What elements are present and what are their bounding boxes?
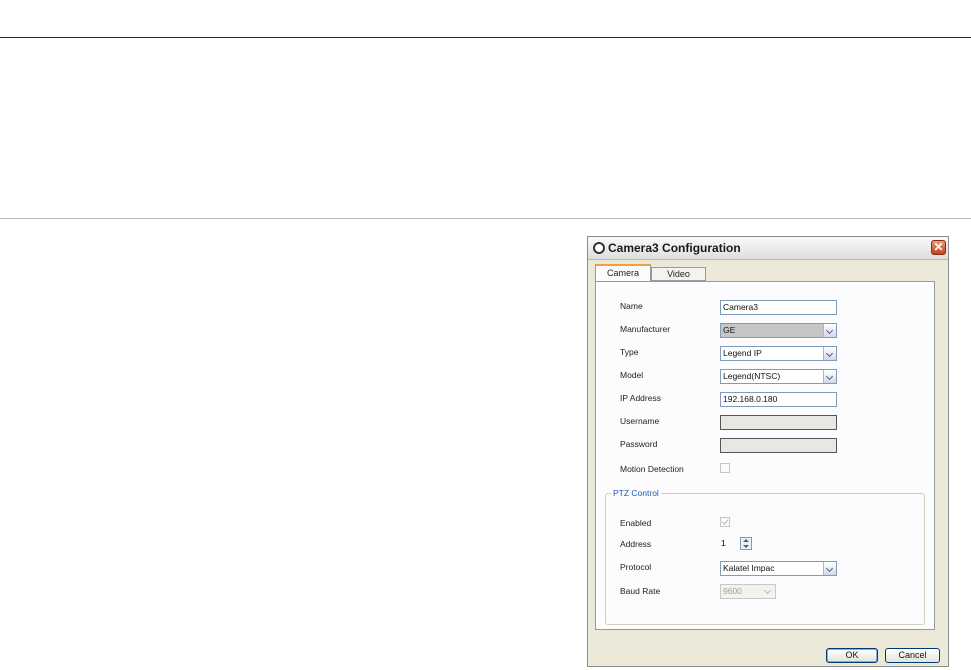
ip-address-field[interactable]: 192.168.0.180 <box>720 392 837 407</box>
model-label: Model <box>620 370 644 380</box>
protocol-select[interactable]: Kalatel Impac <box>720 561 837 576</box>
model-select[interactable]: Legend(NTSC) <box>720 369 837 384</box>
title-bar[interactable]: Camera3 Configuration ✕ <box>588 237 948 260</box>
ok-button[interactable]: OK <box>826 648 878 663</box>
baud-rate-select[interactable]: 9600 <box>720 584 776 599</box>
dropdown-arrow-icon <box>762 586 774 597</box>
window-icon <box>593 242 605 254</box>
username-field[interactable] <box>720 415 837 430</box>
model-value: Legend(NTSC) <box>723 371 781 381</box>
type-value: Legend IP <box>723 348 762 358</box>
section-rule <box>0 218 971 219</box>
cancel-button[interactable]: Cancel <box>885 648 940 663</box>
dialog-title: Camera3 Configuration <box>608 241 741 255</box>
address-stepper[interactable] <box>740 537 752 550</box>
ptz-control-group: PTZ Control Enabled Address 1 Protocol K… <box>605 488 925 625</box>
protocol-value: Kalatel Impac <box>723 563 775 573</box>
name-field[interactable]: Camera3 <box>720 300 837 315</box>
enabled-checkbox[interactable] <box>720 517 730 527</box>
manufacturer-value: GE <box>723 325 736 335</box>
ip-address-label: IP Address <box>620 393 661 403</box>
camera-tab-panel: Name Camera3 Manufacturer GE Type Legend… <box>595 281 935 630</box>
password-field[interactable] <box>720 438 837 453</box>
close-button[interactable]: ✕ <box>931 240 946 255</box>
tab-video[interactable]: Video <box>651 267 706 281</box>
close-icon: ✕ <box>933 240 944 254</box>
ptz-control-label: PTZ Control <box>611 488 661 498</box>
username-label: Username <box>620 416 660 426</box>
spin-up-icon[interactable] <box>743 539 749 542</box>
manufacturer-label: Manufacturer <box>620 324 671 334</box>
name-label: Name <box>620 301 643 311</box>
spin-down-icon[interactable] <box>743 545 749 548</box>
top-rule <box>0 37 971 38</box>
enabled-label: Enabled <box>620 518 652 528</box>
dropdown-arrow-icon[interactable] <box>823 370 836 383</box>
dropdown-arrow-icon[interactable] <box>823 347 836 360</box>
type-select[interactable]: Legend IP <box>720 346 837 361</box>
address-label: Address <box>620 539 652 549</box>
motion-detection-label: Motion Detection <box>620 464 684 474</box>
type-label: Type <box>620 347 639 357</box>
baud-rate-label: Baud Rate <box>620 586 661 596</box>
tab-camera[interactable]: Camera <box>595 264 651 281</box>
dropdown-arrow-icon[interactable] <box>823 562 836 575</box>
manufacturer-select[interactable]: GE <box>720 323 837 338</box>
protocol-label: Protocol <box>620 562 652 572</box>
motion-detection-checkbox[interactable] <box>720 463 730 473</box>
camera-configuration-dialog: Camera3 Configuration ✕ Camera Video Nam… <box>587 236 949 667</box>
dropdown-arrow-icon[interactable] <box>823 324 836 337</box>
password-label: Password <box>620 439 658 449</box>
baud-rate-value: 9600 <box>723 586 742 596</box>
address-field[interactable]: 1 <box>720 537 738 552</box>
